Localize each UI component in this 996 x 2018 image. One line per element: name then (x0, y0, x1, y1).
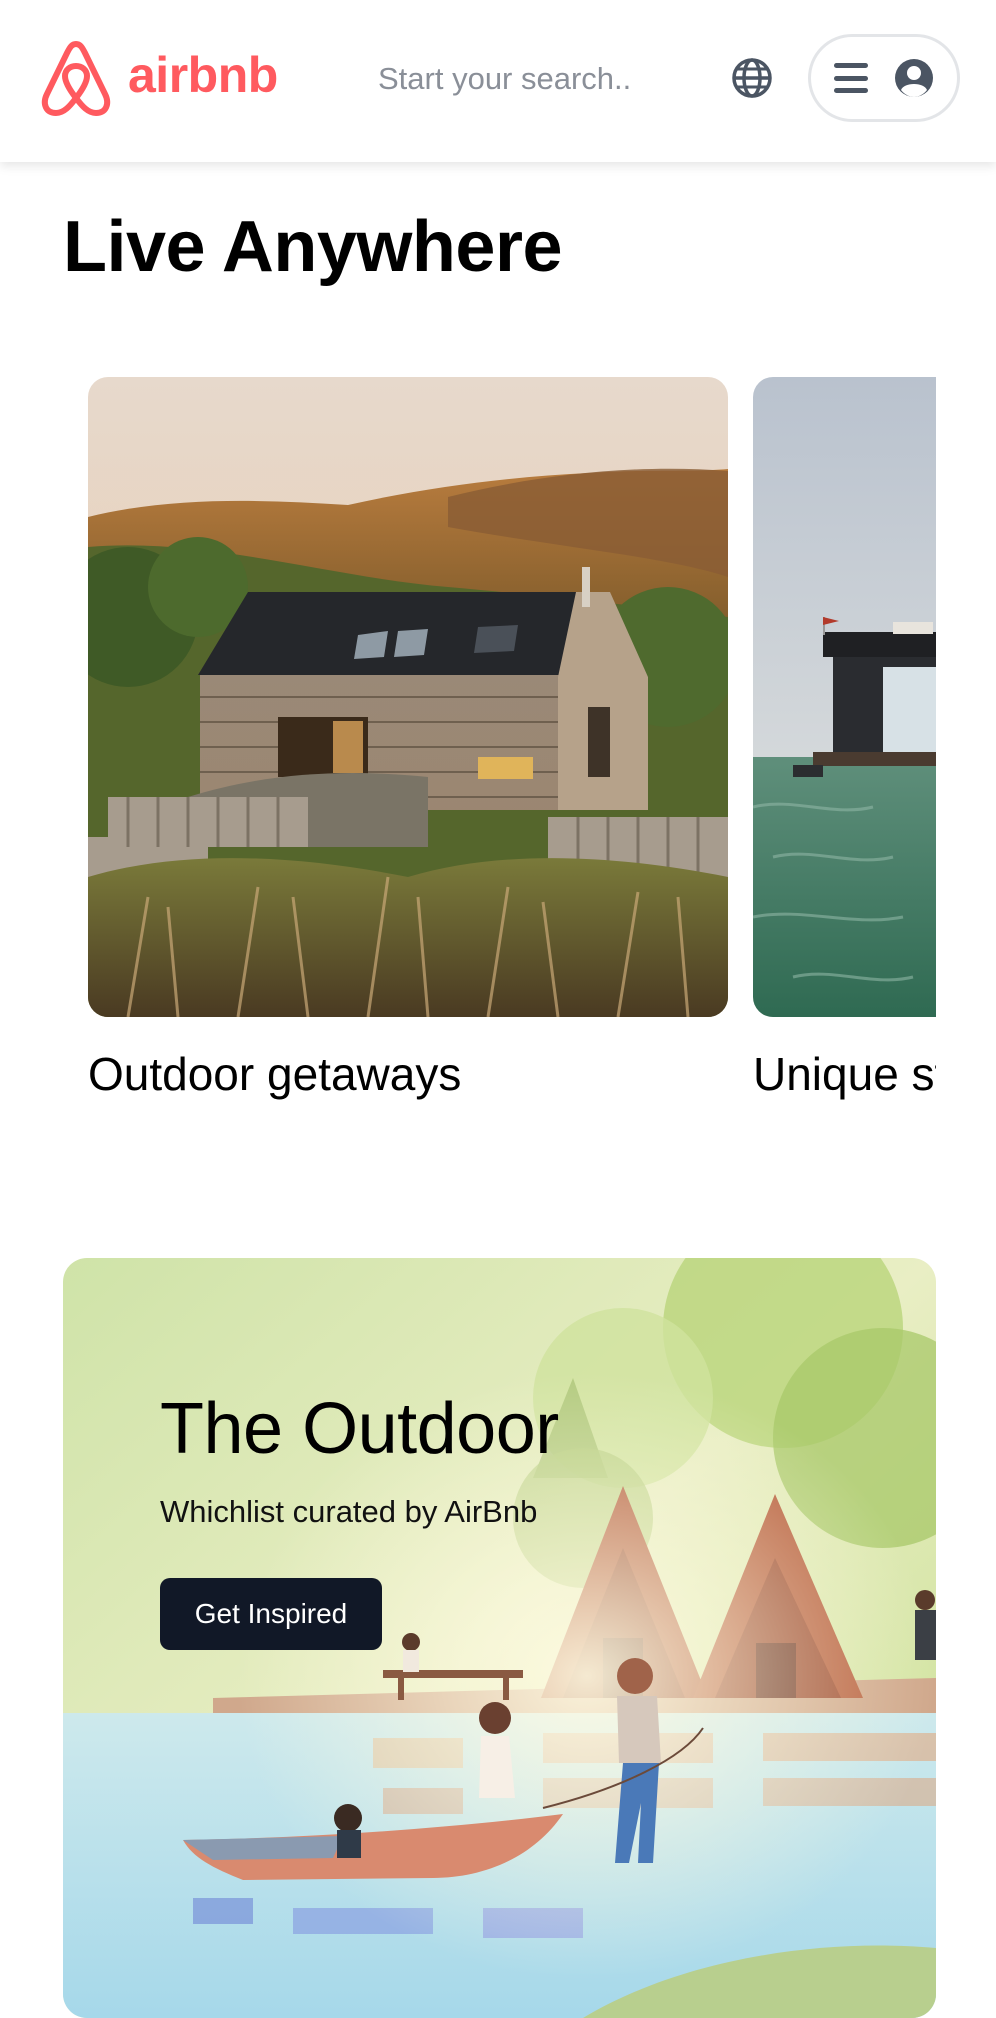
card-image (88, 377, 728, 1017)
card-label: Unique stays (753, 1048, 936, 1100)
top-navigation-bar: airbnb (0, 0, 996, 162)
globe-icon[interactable] (730, 56, 774, 100)
search-input[interactable] (378, 56, 678, 102)
menu-icon (834, 63, 868, 93)
get-inspired-button[interactable]: Get Inspired (160, 1578, 382, 1650)
category-card-outdoor[interactable]: Outdoor getaways (88, 377, 728, 1101)
category-carousel[interactable]: Outdoor getaways Unique s (0, 377, 936, 1117)
airbnb-logo-icon (41, 41, 111, 116)
card-label: Outdoor getaways (88, 1048, 462, 1100)
brand-logo[interactable]: airbnb (38, 36, 278, 118)
brand-name: airbnb (128, 47, 278, 103)
promo-banner: The Outdoor Whichlist curated by AirBnb … (63, 1258, 936, 2018)
page-title: Live Anywhere (63, 207, 563, 287)
banner-title: The Outdoor (160, 1389, 559, 1469)
user-avatar-icon (895, 59, 933, 97)
user-menu-button[interactable] (808, 34, 960, 122)
banner-subtitle: Whichlist curated by AirBnb (160, 1494, 538, 1529)
category-card-unique[interactable]: Unique stays (753, 377, 936, 1101)
card-image (753, 377, 936, 1017)
